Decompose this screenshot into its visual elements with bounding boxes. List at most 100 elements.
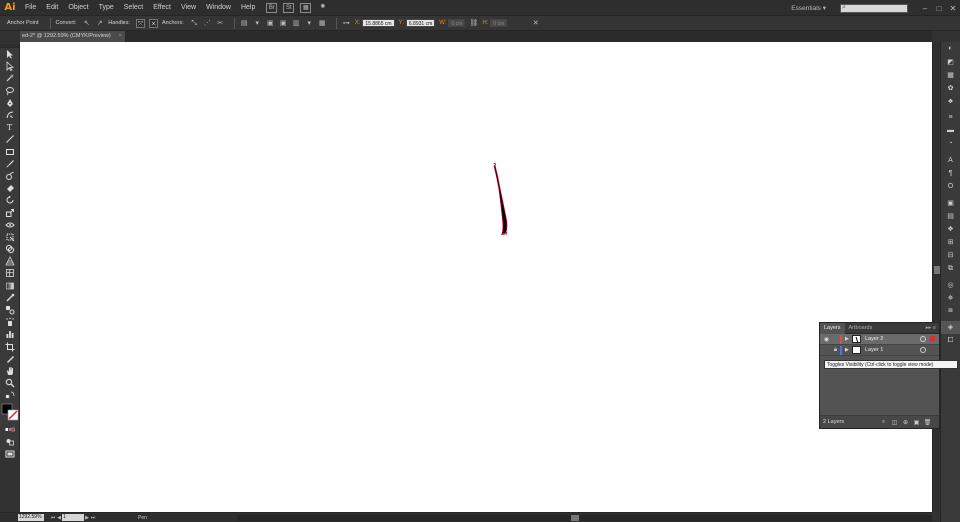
- new-layer-icon[interactable]: ▣: [911, 419, 922, 426]
- pen-tool-icon[interactable]: [0, 97, 19, 109]
- selection-indicator[interactable]: [930, 336, 935, 341]
- layer-name[interactable]: Layer 1: [865, 347, 883, 353]
- stroke-panel-icon[interactable]: ≡: [941, 111, 960, 124]
- convert-to-corner-icon[interactable]: ↖: [82, 19, 91, 28]
- navigator-icon[interactable]: ✵: [941, 291, 960, 304]
- magic-wand-tool-icon[interactable]: [0, 72, 19, 84]
- gpu-performance-icon[interactable]: ✺: [317, 3, 328, 13]
- menu-help[interactable]: Help: [236, 0, 260, 16]
- remove-anchor-icon[interactable]: ⤡: [190, 19, 199, 28]
- y-field[interactable]: 6.8931 cm: [405, 19, 436, 27]
- symbols-icon[interactable]: ♣: [941, 95, 960, 108]
- bridge-icon[interactable]: Br: [266, 2, 278, 13]
- layer-row[interactable]: ◉ ▶ Layer 2: [820, 334, 939, 345]
- rectangle-tool-icon[interactable]: [0, 146, 19, 158]
- workspace-switcher[interactable]: Essentials ▾: [791, 4, 826, 12]
- width-tool-icon[interactable]: [0, 219, 19, 231]
- isolate-icon[interactable]: ▣: [266, 19, 275, 28]
- line-tool-icon[interactable]: [0, 133, 19, 145]
- shape-builder-tool-icon[interactable]: [0, 243, 19, 255]
- align-menu-icon[interactable]: ▾: [253, 19, 262, 28]
- swatches-icon[interactable]: ▦: [941, 68, 960, 81]
- menu-file[interactable]: File: [20, 0, 41, 16]
- menu-object[interactable]: Object: [63, 0, 93, 16]
- transform-options-icon[interactable]: ✕: [531, 19, 540, 28]
- column-graph-tool-icon[interactable]: [0, 328, 19, 340]
- expand-triangle-icon[interactable]: ▶: [845, 336, 852, 342]
- curvature-tool-icon[interactable]: [0, 109, 19, 121]
- h-field[interactable]: 0 cm: [490, 19, 508, 27]
- last-artboard-icon[interactable]: ⏭: [90, 515, 96, 521]
- artboards-panel-icon[interactable]: ⧠: [941, 334, 960, 347]
- transform-panel-icon[interactable]: ⊞: [941, 236, 960, 249]
- align-panel-icon[interactable]: ⊟: [941, 249, 960, 262]
- pathfinder-icon[interactable]: ⧉: [941, 262, 960, 275]
- panel-menu-icon[interactable]: ▸▸ ≡: [926, 325, 939, 331]
- appearance-panel-icon[interactable]: ▣: [941, 196, 960, 209]
- target-circle-icon[interactable]: [920, 336, 926, 342]
- eyedropper-tool-icon[interactable]: [0, 292, 19, 304]
- vertical-scrollbar[interactable]: [932, 42, 940, 512]
- opentype-panel-icon[interactable]: O: [941, 180, 960, 193]
- stock-icon[interactable]: St: [283, 2, 295, 13]
- menu-window[interactable]: Window: [201, 0, 236, 16]
- tab-layers[interactable]: Layers: [820, 322, 845, 334]
- blend-tool-icon[interactable]: [0, 304, 19, 316]
- slice-tool-icon[interactable]: [0, 353, 19, 365]
- align-icon[interactable]: ▤: [240, 19, 249, 28]
- gradient-tool-icon[interactable]: [0, 280, 19, 292]
- selection-tool-icon[interactable]: [0, 48, 19, 60]
- rotate-tool-icon[interactable]: [0, 194, 19, 206]
- visibility-eye-icon[interactable]: ◉: [822, 336, 831, 343]
- drawing-modes-icon[interactable]: [0, 436, 19, 448]
- artboard-canvas[interactable]: [20, 42, 932, 512]
- mesh-tool-icon[interactable]: [0, 267, 19, 279]
- shaper-tool-icon[interactable]: [0, 170, 19, 182]
- target-circle-icon[interactable]: [920, 347, 926, 353]
- gradient-panel-icon[interactable]: ▬: [941, 124, 960, 137]
- artboard-number-field[interactable]: 1: [62, 514, 84, 521]
- links-icon[interactable]: ⧈: [941, 305, 960, 318]
- layers-panel-icon[interactable]: ◈: [941, 320, 960, 334]
- paintbrush-tool-icon[interactable]: [0, 158, 19, 170]
- paragraph-panel-icon[interactable]: ¶: [941, 167, 960, 180]
- direct-selection-tool-icon[interactable]: [0, 60, 19, 72]
- character-panel-icon[interactable]: A: [941, 154, 960, 167]
- minimize-button[interactable]: –: [918, 4, 932, 13]
- document-tab[interactable]: ed-2* @ 1292.59% (CMYK/Preview) ×: [20, 31, 126, 42]
- free-transform-tool-icon[interactable]: [0, 231, 19, 243]
- zoom-tool-icon[interactable]: [0, 377, 19, 389]
- cut-path-icon[interactable]: ✂: [216, 19, 225, 28]
- maximize-button[interactable]: □: [932, 4, 946, 13]
- swap-fill-stroke-icon[interactable]: [0, 389, 19, 401]
- lasso-tool-icon[interactable]: [0, 85, 19, 97]
- image-trace-icon[interactable]: ◎: [941, 278, 960, 291]
- show-handles-icon[interactable]: ⤧: [136, 18, 146, 28]
- horizontal-scroll-thumb[interactable]: [571, 515, 579, 521]
- arrange-documents-icon[interactable]: ▦: [300, 2, 312, 13]
- x-field[interactable]: 15.8865 cm: [362, 19, 395, 27]
- hand-tool-icon[interactable]: [0, 365, 19, 377]
- layers-shortcut-icon[interactable]: ❖: [941, 222, 960, 235]
- color-panel-icon[interactable]: ◐: [941, 42, 960, 55]
- close-tab-icon[interactable]: ×: [119, 31, 122, 42]
- make-clipping-mask-icon[interactable]: ◫: [889, 419, 900, 426]
- pen-stroke-path[interactable]: [488, 160, 514, 236]
- brushes-icon[interactable]: ✿: [941, 82, 960, 95]
- artboard-icon[interactable]: ▥: [292, 19, 301, 28]
- convert-to-smooth-icon[interactable]: ↗: [95, 19, 104, 28]
- menu-view[interactable]: View: [176, 0, 201, 16]
- exit-isolation-icon[interactable]: ▣: [279, 19, 288, 28]
- new-sublayer-icon[interactable]: ⊕: [900, 419, 911, 426]
- reference-point-icon[interactable]: ⊶: [342, 19, 351, 28]
- color-guide-icon[interactable]: ◩: [941, 55, 960, 68]
- color-mode-icons[interactable]: [0, 423, 19, 435]
- layer-row[interactable]: 🔒︎ ▶ Layer 1: [820, 345, 939, 356]
- hide-handles-icon[interactable]: ✕: [149, 18, 159, 28]
- eraser-tool-icon[interactable]: [0, 182, 19, 194]
- symbol-sprayer-tool-icon[interactable]: [0, 316, 19, 328]
- type-tool-icon[interactable]: T: [0, 121, 19, 133]
- current-tool-status[interactable]: Pen: [138, 515, 198, 521]
- zoom-level-field[interactable]: 1292.59%: [18, 514, 44, 521]
- delete-layer-icon[interactable]: 🗑︎: [922, 419, 933, 426]
